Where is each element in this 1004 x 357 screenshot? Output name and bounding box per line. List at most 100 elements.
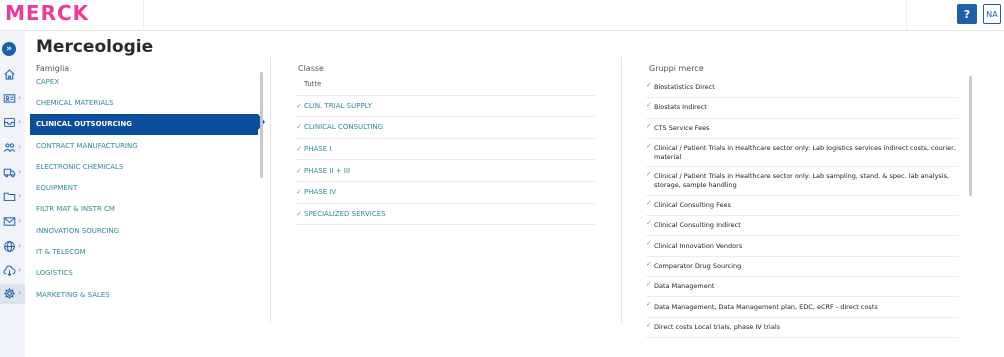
famiglia-item[interactable]: FILTR MAT & INSTR CM — [30, 199, 258, 220]
sidebar-item-contacts[interactable]: › — [0, 89, 25, 109]
check-icon: ✓ — [646, 81, 652, 89]
sidebar-item-global[interactable]: › — [0, 237, 25, 257]
header-divider — [906, 0, 907, 31]
gruppi-merce-item-label: Direct costs Local trials, phase IV tria… — [654, 322, 781, 331]
famiglia-item[interactable]: IT & TELECOM — [30, 241, 258, 262]
chevron-right-icon: › — [18, 265, 22, 274]
classe-item-label: PHASE IV — [304, 188, 337, 197]
gruppi-merce-item[interactable]: ✓ Biostatistics Direct — [646, 78, 959, 99]
gruppi-merce-item[interactable]: ✓ Clinical / Patient Trials in Healthcare… — [646, 139, 959, 168]
gruppi-merce-item-label: Clinical Innovation Vendors — [654, 241, 743, 250]
id-card-icon — [3, 94, 16, 103]
classe-item[interactable]: ✓ SPECIALIZED SERVICES — [296, 204, 596, 226]
gruppi-merce-item[interactable]: ✓ Clinical / Patient Trials in Healthcare… — [646, 167, 959, 196]
gruppi-merce-item-label: Biostatistics Direct — [654, 83, 715, 92]
sidebar-item-users[interactable]: › — [0, 138, 25, 158]
inbox-icon — [4, 117, 15, 128]
check-icon: ✓ — [646, 121, 652, 130]
famiglia-list: CAPEX CHEMICAL MATERIALS CLINICAL OUTSOURC… — [30, 71, 265, 305]
check-icon: ✓ — [296, 123, 302, 132]
gruppi-merce-item-label: Data Management — [654, 282, 715, 291]
famiglia-item[interactable]: CLINICAL OUTSOURCING — [30, 113, 265, 135]
merck-logo[interactable]: MERCK — [5, 3, 89, 23]
gruppi-merce-item[interactable]: ✓ Data Management — [646, 277, 959, 298]
famiglia-item[interactable]: EQUIPMENT — [30, 177, 258, 198]
famiglia-item[interactable]: LOGISTICS — [30, 263, 258, 284]
gear-icon — [4, 288, 15, 299]
gruppi-merce-item-label: Comparator Drug Sourcing — [654, 261, 742, 270]
check-icon: ✓ — [646, 280, 652, 289]
gruppi-merce-item[interactable]: ✓ Clinical Consulting Indirect — [646, 216, 959, 237]
check-icon: ✓ — [646, 101, 652, 110]
classe-item-label: PHASE I — [304, 145, 332, 154]
user-avatar-button[interactable]: NA — [983, 4, 1001, 24]
gruppi-merce-item[interactable]: ✓ Clinical Innovation Vendors — [646, 236, 959, 257]
chevron-right-icon: › — [18, 117, 22, 126]
gruppi-merce-list: ✓ Biostatistics Direct ✓ Biostats Indirect ✓… — [646, 78, 959, 338]
classe-item-label: CLIN. TRIAL SUPPLY — [304, 101, 372, 110]
check-icon: ✓ — [296, 145, 302, 154]
famiglia-item[interactable]: MARKETING & SALES — [30, 284, 258, 305]
sidebar-expand-icon[interactable]: » — [2, 42, 16, 56]
check-icon: ✓ — [296, 101, 302, 110]
sidebar-item-messages[interactable]: › — [0, 212, 25, 232]
check-icon: ✓ — [296, 209, 302, 218]
classe-item[interactable]: ✓ PHASE I — [296, 139, 596, 161]
gruppi-merce-item-label: Clinical / Patient Trials in Healthcare … — [654, 143, 956, 161]
classe-item-label: CLINICAL CONSULTING — [304, 123, 384, 132]
classe-item[interactable]: ✓ PHASE IV — [296, 182, 596, 204]
check-icon: ✓ — [646, 170, 652, 179]
check-icon: ✓ — [646, 259, 652, 268]
help-button[interactable]: ? — [957, 4, 977, 24]
gruppi-merce-item[interactable]: ✓ Clinical Consulting Fees — [646, 196, 959, 217]
gruppi-merce-item[interactable]: ✓ Data Management, Data Management plan, … — [646, 297, 959, 318]
famiglia-scrollbar[interactable] — [260, 72, 263, 178]
gruppi-merce-item[interactable]: ✓ Direct costs Local trials, phase IV tri… — [646, 318, 959, 338]
classe-header: Classe — [298, 64, 324, 73]
gruppi-merce-item-label: Clinical Consulting Indirect — [654, 221, 741, 230]
sidebar: » › › › › › › › › › — [0, 31, 25, 357]
check-icon: ✓ — [646, 320, 652, 329]
folder-icon — [3, 192, 16, 202]
famiglia-item[interactable]: ELECTRONIC CHEMICALS — [30, 156, 258, 177]
check-icon: ✓ — [646, 198, 652, 207]
mail-icon — [3, 217, 16, 226]
famiglia-item[interactable]: CHEMICAL MATERIALS — [30, 92, 258, 113]
sidebar-item-logistics[interactable]: › — [0, 163, 25, 183]
gruppi-merce-item[interactable]: ✓ Comparator Drug Sourcing — [646, 257, 959, 278]
chevron-right-icon: › — [18, 93, 22, 102]
famiglia-item[interactable]: CONTRACT MANUFACTURING — [30, 135, 258, 156]
classe-item-label: SPECIALIZED SERVICES — [304, 209, 386, 218]
header-divider — [143, 0, 144, 31]
chevron-right-icon: › — [18, 241, 22, 250]
classe-item[interactable]: Tutte — [296, 74, 596, 96]
gruppi-merce-item-label: Clinical Consulting Fees — [654, 201, 731, 210]
sidebar-item-download[interactable]: › — [0, 261, 25, 281]
globe-icon — [4, 241, 15, 252]
sidebar-item-inbox[interactable]: › — [0, 113, 25, 133]
gruppi-merce-item[interactable]: ✓ CTS Service Fees — [646, 119, 959, 139]
gruppi-merce-scrollbar[interactable] — [969, 76, 972, 196]
check-icon: ✓ — [296, 166, 302, 175]
gruppi-merce-item-label: Clinical / Patient Trials in Healthcare … — [654, 172, 950, 190]
truck-icon — [3, 168, 16, 178]
famiglia-item[interactable]: INNOVATION SOURCING — [30, 220, 258, 241]
check-icon: ✓ — [296, 188, 302, 197]
famiglia-item[interactable]: CAPEX — [30, 71, 258, 92]
classe-item[interactable]: ✓ CLIN. TRIAL SUPPLY — [296, 96, 596, 118]
chevron-right-icon: › — [18, 216, 22, 225]
gruppi-merce-header: Gruppi merce — [649, 64, 704, 73]
check-icon: ✓ — [646, 219, 652, 228]
chevron-right-icon: › — [18, 167, 22, 176]
home-icon — [4, 69, 15, 80]
gruppi-merce-item-label: Biostats Indirect — [654, 103, 707, 112]
classe-item[interactable]: ✓ CLINICAL CONSULTING — [296, 117, 596, 139]
gruppi-merce-item[interactable]: ✓ Biostats Indirect — [646, 98, 959, 119]
check-icon: ✓ — [646, 239, 652, 248]
classe-item[interactable]: ✓ PHASE II + III — [296, 160, 596, 182]
sidebar-item-documents[interactable]: › — [0, 187, 25, 207]
column-divider — [270, 57, 271, 323]
top-bar: MERCK ? NA — [0, 0, 1004, 31]
sidebar-item-home[interactable] — [0, 65, 25, 85]
sidebar-item-settings[interactable]: › — [0, 284, 25, 304]
